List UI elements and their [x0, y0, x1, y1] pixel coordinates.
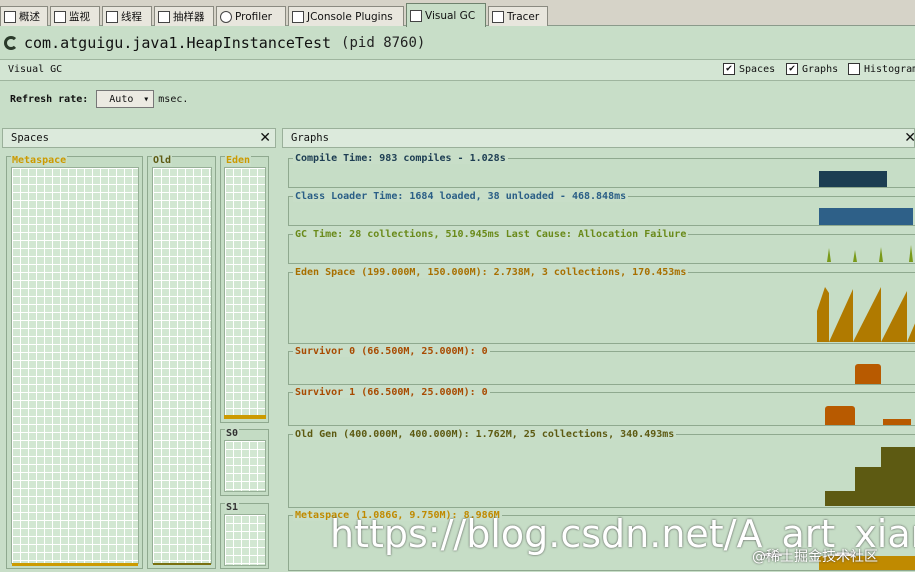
loading-spinner-icon	[4, 36, 18, 50]
tab-tracer[interactable]: Tracer	[488, 6, 548, 26]
tab-monitor[interactable]: 监视	[50, 6, 100, 26]
survivor-1-label: Survivor 1 (66.500M, 25.000M): 0	[293, 387, 490, 398]
class-loader-activity-bar	[819, 208, 913, 225]
tab-jconsole-plugins[interactable]: JConsole Plugins	[288, 6, 404, 26]
tab-overview[interactable]: 概述	[0, 6, 48, 26]
tab-threads[interactable]: 线程	[102, 6, 152, 26]
spaces-checkbox[interactable]: ✔ Spaces	[723, 63, 775, 75]
visualvm-window: 概述 监视 线程 抽样器 Profiler JConsole Plugins V…	[0, 0, 915, 572]
monitor-icon	[54, 10, 66, 23]
eden-label: Eden	[225, 155, 252, 166]
refresh-rate-unit: msec.	[158, 93, 189, 105]
compile-time-graph: Compile Time: 983 compiles - 1.028s	[288, 153, 915, 188]
watermark-community: @稀土掘金技术社区	[752, 549, 878, 565]
old-gen-graph: Old Gen (400.000M, 400.000M): 1.762M, 25…	[288, 429, 915, 508]
checkbox-box[interactable]: ✔	[786, 63, 798, 75]
metaspace-grid	[11, 167, 139, 564]
eden-space-chart	[817, 287, 915, 342]
visual-gc-icon	[410, 9, 422, 22]
old-usage-fill	[153, 563, 211, 565]
gc-time-graph: GC Time: 28 collections, 510.945ms Last …	[288, 229, 915, 264]
application-title: com.atguigu.java1.HeapInstanceTest	[24, 34, 332, 52]
refresh-rate-label: Refresh rate:	[10, 93, 89, 105]
metaspace-label: Metaspace	[11, 155, 68, 166]
survivor-1-graph: Survivor 1 (66.500M, 25.000M): 0	[288, 387, 915, 426]
tab-sampler[interactable]: 抽样器	[154, 6, 214, 26]
tab-visual-gc[interactable]: Visual GC	[406, 3, 486, 27]
compile-time-label: Compile Time: 983 compiles - 1.028s	[293, 153, 508, 164]
eden-column: Eden	[220, 156, 269, 423]
chevron-down-icon: ▾	[143, 93, 150, 105]
metaspace-usage-fill	[12, 563, 138, 566]
tab-bar: 概述 监视 线程 抽样器 Profiler JConsole Plugins V…	[0, 0, 915, 27]
checkbox-box[interactable]: ✔	[723, 63, 735, 75]
compile-activity-bar	[819, 171, 887, 187]
spaces-panel-header: Spaces ✕	[2, 128, 276, 148]
survivor-0-usage-bar	[855, 364, 881, 384]
gc-time-spikes	[827, 245, 913, 262]
class-loader-graph: Class Loader Time: 1684 loaded, 38 unloa…	[288, 191, 915, 226]
refresh-rate-control: Refresh rate: Auto ▾ msec.	[10, 90, 188, 108]
eden-space-graph: Eden Space (199.000M, 150.000M): 2.738M,…	[288, 267, 915, 344]
spaces-panel-title: Spaces	[11, 132, 49, 144]
threads-icon	[106, 10, 118, 23]
tab-profiler[interactable]: Profiler	[216, 6, 286, 26]
old-gen-chart	[825, 447, 915, 506]
application-header: com.atguigu.java1.HeapInstanceTest (pid …	[0, 28, 915, 58]
s0-label: S0	[225, 428, 240, 439]
old-grid	[152, 167, 212, 564]
graphs-checkbox[interactable]: ✔ Graphs	[786, 63, 838, 75]
s1-column: S1	[220, 503, 269, 569]
eden-grid	[224, 167, 266, 419]
clock-icon	[220, 10, 232, 23]
old-column: Old	[147, 156, 216, 569]
survivor-0-graph: Survivor 0 (66.500M, 25.000M): 0	[288, 346, 915, 385]
sampler-icon	[158, 10, 170, 23]
histogram-checkbox[interactable]: Histogram	[848, 63, 915, 75]
checkbox-box[interactable]	[848, 63, 860, 75]
info-icon	[4, 10, 16, 23]
close-icon[interactable]: ✕	[904, 130, 915, 146]
tracer-icon	[492, 10, 504, 23]
metaspace-column: Metaspace	[6, 156, 143, 569]
old-label: Old	[152, 155, 173, 166]
class-loader-label: Class Loader Time: 1684 loaded, 38 unloa…	[293, 191, 629, 202]
s0-grid	[224, 440, 266, 492]
eden-usage-fill	[224, 415, 266, 419]
survivor-1-usage-bar-2	[883, 419, 911, 425]
close-icon[interactable]: ✕	[259, 130, 271, 146]
survivor-0-label: Survivor 0 (66.500M, 25.000M): 0	[293, 346, 490, 357]
graphs-panel-header: Graphs ✕	[282, 128, 915, 148]
survivor-1-usage-bar	[825, 406, 855, 425]
plugin-icon	[292, 10, 304, 23]
graphs-panel-title: Graphs	[291, 132, 329, 144]
process-id: (pid 8760)	[341, 35, 426, 51]
visual-gc-toolbar: Visual GC ✔ Spaces ✔ Graphs Histogram	[0, 59, 915, 81]
s1-grid	[224, 514, 266, 566]
refresh-rate-select[interactable]: Auto ▾	[96, 90, 155, 108]
s0-column: S0	[220, 429, 269, 496]
visual-gc-label: Visual GC	[8, 64, 63, 75]
s1-label: S1	[225, 502, 240, 513]
